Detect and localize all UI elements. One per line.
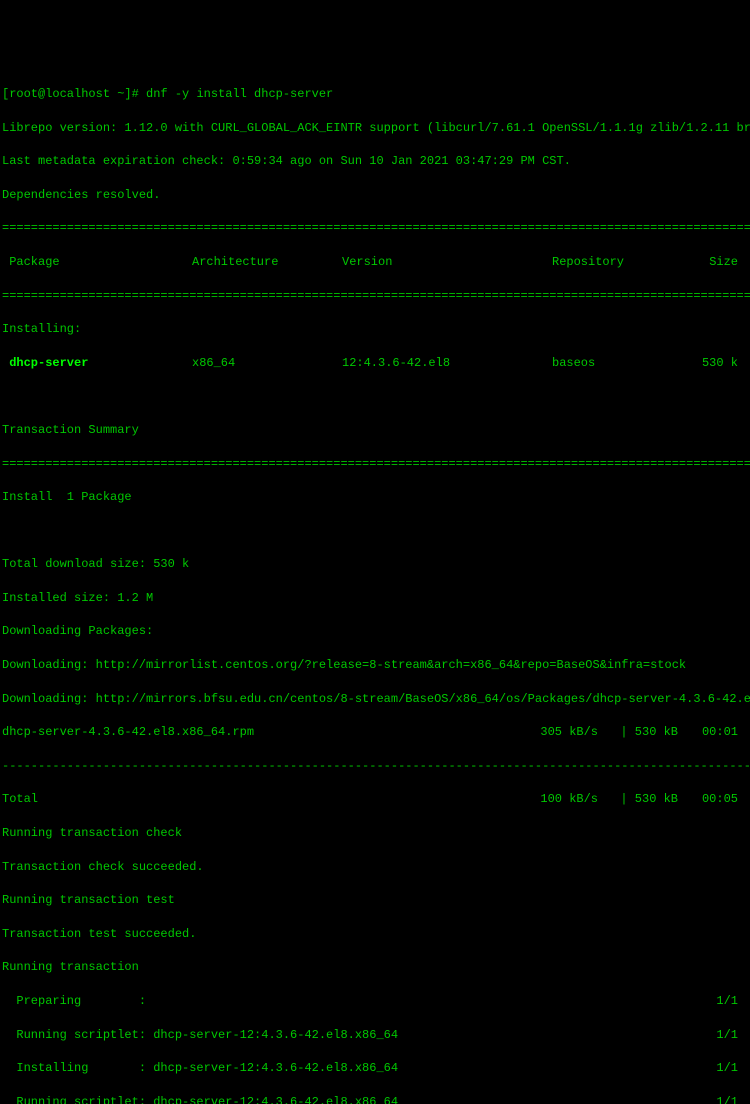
step-label: Running scriptlet: dhcp-server-12:4.3.6-…: [2, 1094, 708, 1104]
tx-summary-label: Transaction Summary: [2, 422, 748, 439]
download-size: | 530 kB: [618, 724, 678, 741]
metadata-line: Last metadata expiration check: 0:59:34 …: [2, 153, 748, 170]
terminal-output: [root@localhost ~]# dnf -y install dhcp-…: [2, 69, 748, 1104]
header-package: Package: [2, 254, 192, 271]
tx-running: Running transaction: [2, 959, 748, 976]
package-name: dhcp-server: [2, 355, 192, 372]
header-arch: Architecture: [192, 254, 342, 271]
step-label: Running scriptlet: dhcp-server-12:4.3.6-…: [2, 1027, 708, 1044]
step-label: Installing : dhcp-server-12:4.3.6-42.el8…: [2, 1060, 708, 1077]
tx-test: Running transaction test: [2, 892, 748, 909]
step-progress: 1/1: [708, 993, 748, 1010]
step-row: Installing : dhcp-server-12:4.3.6-42.el8…: [2, 1060, 748, 1077]
installing-label: Installing:: [2, 321, 748, 338]
step-progress: 1/1: [708, 1060, 748, 1077]
step-progress: 1/1: [708, 1094, 748, 1104]
package-size: 530 k: [692, 355, 748, 372]
downloading-packages: Downloading Packages:: [2, 623, 748, 640]
package-row: dhcp-serverx86_6412:4.3.6-42.el8baseos53…: [2, 355, 748, 372]
download-speed: 305 kB/s: [508, 724, 598, 741]
step-label: Preparing :: [2, 993, 708, 1010]
installed-size: Installed size: 1.2 M: [2, 590, 748, 607]
package-repo: baseos: [552, 355, 692, 372]
total-row: Total100 kB/s | 530 kB00:05: [2, 791, 748, 808]
prompt-prefix: [root@localhost ~]#: [2, 87, 146, 101]
downloading-url-1: Downloading: http://mirrorlist.centos.or…: [2, 657, 748, 674]
header-repo: Repository: [552, 254, 692, 271]
header-row: PackageArchitectureVersionRepositorySize: [2, 254, 748, 271]
package-arch: x86_64: [192, 355, 342, 372]
install-count: Install 1 Package: [2, 489, 748, 506]
package-version: 12:4.3.6-42.el8: [342, 355, 552, 372]
header-version: Version: [342, 254, 552, 271]
deps-line: Dependencies resolved.: [2, 187, 748, 204]
total-size: | 530 kB: [618, 791, 678, 808]
step-row: Running scriptlet: dhcp-server-12:4.3.6-…: [2, 1094, 748, 1104]
tx-check-ok: Transaction check succeeded.: [2, 859, 748, 876]
total-speed: 100 kB/s: [508, 791, 598, 808]
prompt-line[interactable]: [root@localhost ~]# dnf -y install dhcp-…: [2, 86, 748, 103]
step-row: Preparing :1/1: [2, 993, 748, 1010]
separator: ========================================…: [2, 288, 748, 305]
command-text: dnf -y install dhcp-server: [146, 87, 333, 101]
tx-test-ok: Transaction test succeeded.: [2, 926, 748, 943]
librepo-line: Librepo version: 1.12.0 with CURL_GLOBAL…: [2, 120, 748, 137]
download-file-row: dhcp-server-4.3.6-42.el8.x86_64.rpm305 k…: [2, 724, 748, 741]
downloading-url-2: Downloading: http://mirrors.bfsu.edu.cn/…: [2, 691, 748, 708]
tx-check: Running transaction check: [2, 825, 748, 842]
total-time: 00:05: [678, 791, 748, 808]
separator: ========================================…: [2, 456, 748, 473]
separator: ========================================…: [2, 220, 748, 237]
download-time: 00:01: [678, 724, 748, 741]
step-progress: 1/1: [708, 1027, 748, 1044]
step-row: Running scriptlet: dhcp-server-12:4.3.6-…: [2, 1027, 748, 1044]
download-filename: dhcp-server-4.3.6-42.el8.x86_64.rpm: [2, 724, 508, 741]
total-download: Total download size: 530 k: [2, 556, 748, 573]
total-label: Total: [2, 791, 508, 808]
separator: ----------------------------------------…: [2, 758, 748, 775]
header-size: Size: [692, 254, 748, 271]
